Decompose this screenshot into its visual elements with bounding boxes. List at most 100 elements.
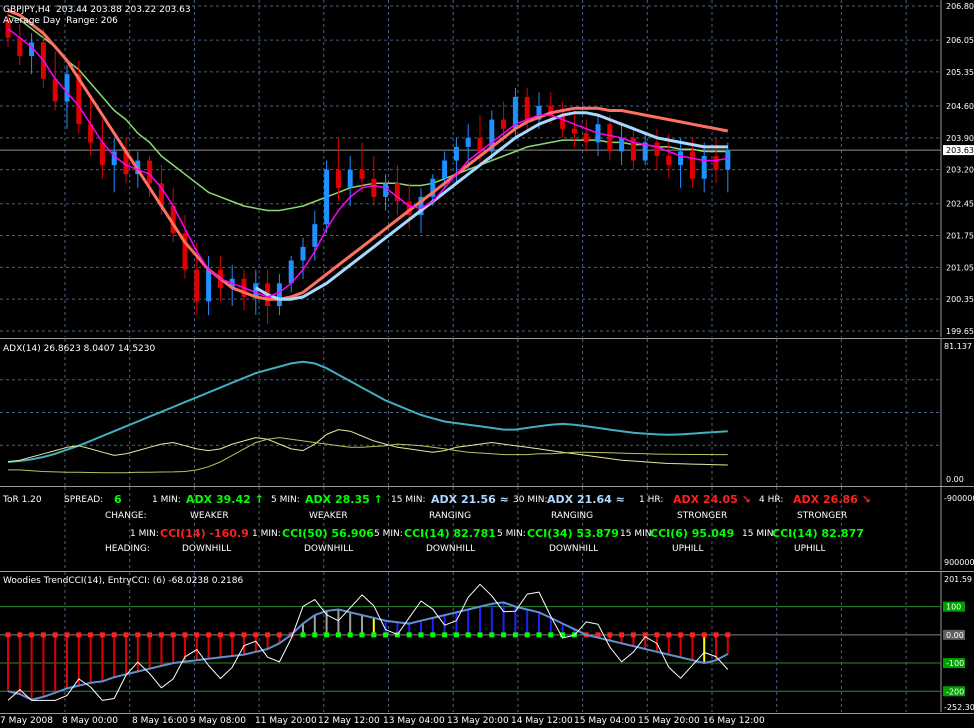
cci-timeframe-label: 1 MIN: bbox=[130, 529, 159, 539]
candle-body bbox=[206, 269, 212, 302]
price-panel[interactable]: 206.80 206.05 205.35 204.60 203.90 203.20 202.… bbox=[0, 0, 974, 337]
candle-body bbox=[713, 156, 719, 170]
adx-panel[interactable]: 81.137 0.00 ADX(14) 26.8623 8.0407 14.523… bbox=[0, 339, 974, 486]
candle-body bbox=[312, 224, 318, 247]
candle-body bbox=[654, 142, 660, 156]
candle-body bbox=[453, 146, 459, 161]
zero-line-marker bbox=[619, 632, 625, 638]
tor-panel[interactable]: -900000 900000 ToR 1.20 SPREAD: 6 CHANGE: HEA… bbox=[0, 487, 974, 570]
adx-state-label: STRONGER bbox=[677, 511, 728, 521]
candle-body bbox=[276, 283, 282, 306]
adx-value: ADX 26.86 ↘ bbox=[793, 493, 871, 506]
candle-body bbox=[194, 269, 200, 302]
candle-body bbox=[465, 137, 471, 147]
price-tick: 205.35 bbox=[946, 68, 974, 77]
adx-value: ADX 24.05 ↘ bbox=[673, 493, 751, 506]
zero-line-marker bbox=[5, 632, 11, 638]
cci-timeframe-label: 5 MIN: bbox=[497, 529, 526, 539]
zero-line-marker bbox=[170, 632, 176, 638]
zero-line-marker bbox=[111, 632, 117, 638]
price-tick: 201.75 bbox=[946, 232, 974, 241]
adx-state-label: WEAKER bbox=[309, 511, 348, 521]
adx-timeframe-label: 1 MIN: bbox=[152, 495, 181, 505]
zero-line-marker bbox=[666, 632, 672, 638]
zero-line-marker bbox=[442, 632, 448, 638]
candle-body bbox=[371, 178, 377, 197]
price-tick: 199.65 bbox=[946, 327, 974, 336]
cci-state-label: DOWNHILL bbox=[426, 544, 476, 554]
candle-body bbox=[571, 128, 577, 134]
zero-line-marker bbox=[17, 632, 23, 638]
cci-value: CCI(14) 82.781 bbox=[404, 527, 496, 540]
spread-value: 6 bbox=[114, 493, 122, 506]
zero-line-marker bbox=[725, 632, 731, 638]
trend-cci-line bbox=[7, 601, 729, 701]
time-axis-label: 7 May 2008 bbox=[0, 716, 53, 726]
zero-line-marker bbox=[418, 632, 424, 638]
candle-body bbox=[17, 37, 23, 56]
adx-timeframe-label: 1 HR: bbox=[639, 495, 664, 505]
cci-value: CCI(14) -160.9 bbox=[160, 527, 249, 540]
candle-body bbox=[524, 96, 530, 120]
time-axis-label: 13 May 20:00 bbox=[447, 716, 509, 726]
adx-bottom-tick: 0.00 bbox=[946, 475, 964, 484]
candle-body bbox=[324, 169, 330, 225]
time-axis-label: 9 May 08:00 bbox=[190, 716, 246, 726]
candle-body bbox=[64, 74, 70, 102]
candle-body bbox=[288, 260, 294, 284]
zero-line-marker bbox=[630, 632, 636, 638]
cci-timeframe-label: 1 MIN: bbox=[252, 529, 281, 539]
zero-line-marker bbox=[678, 632, 684, 638]
zero-line-marker bbox=[182, 632, 188, 638]
current-price-label: 203.63 bbox=[946, 146, 974, 155]
cci-top-tick: 201.59 bbox=[944, 575, 972, 584]
cci-state-label: UPHILL bbox=[794, 544, 826, 554]
cci-timeframe-label: 5 MIN: bbox=[374, 529, 403, 539]
adx-timeframe-label: 5 MIN: bbox=[271, 495, 300, 505]
zero-line-marker bbox=[123, 632, 129, 638]
cci-panel[interactable]: 201.59 100 0.00 -100 -200 -252.30 Woodies Tre… bbox=[0, 572, 974, 712]
adx-value: ADX 21.56 ≈ bbox=[431, 493, 509, 506]
heading-label: HEADING: bbox=[105, 544, 150, 554]
adx-state-label: STRONGER bbox=[797, 511, 848, 521]
adx-state-label: WEAKER bbox=[190, 511, 229, 521]
green-ma-line bbox=[7, 14, 728, 212]
candle-body bbox=[607, 124, 613, 152]
zero-line-marker bbox=[265, 632, 271, 638]
cci-value: CCI(34) 53.879 bbox=[527, 527, 619, 540]
change-label: CHANGE: bbox=[105, 511, 147, 521]
cci-value: CCI(14) 82.877 bbox=[772, 527, 864, 540]
zero-line-marker bbox=[217, 632, 223, 638]
cci-value: CCI(6) 95.049 bbox=[650, 527, 735, 540]
adx-top-tick: 81.137 bbox=[944, 342, 972, 351]
cci-chart-svg: 201.59 100 0.00 -100 -200 -252.30 bbox=[0, 572, 974, 712]
cci-level-tick: -200 bbox=[946, 687, 964, 696]
zero-line-marker bbox=[371, 632, 377, 638]
cci-level-tick: -100 bbox=[946, 659, 964, 668]
zero-line-marker bbox=[489, 632, 495, 638]
adx-state-label: RANGING bbox=[429, 511, 472, 521]
price-tick: 202.45 bbox=[946, 200, 974, 209]
zero-line-marker bbox=[701, 632, 707, 638]
adx-timeframe-label: 15 MIN: bbox=[391, 495, 426, 505]
time-axis-label: 8 May 00:00 bbox=[62, 716, 118, 726]
zero-line-marker bbox=[335, 632, 341, 638]
candle-body bbox=[359, 169, 365, 179]
adx-timeframe-label: 30 MIN: bbox=[513, 495, 548, 505]
candle-body bbox=[347, 169, 353, 188]
tor-top-tick: -900000 bbox=[944, 494, 974, 503]
candle-body bbox=[52, 78, 58, 102]
time-axis-label: 16 May 12:00 bbox=[703, 716, 765, 726]
zero-line-marker bbox=[689, 632, 695, 638]
zero-line-marker bbox=[465, 632, 471, 638]
zero-line-marker bbox=[40, 632, 46, 638]
time-axis-label: 8 May 16:00 bbox=[132, 716, 188, 726]
zero-line-marker bbox=[359, 632, 365, 638]
zero-line-marker bbox=[158, 632, 164, 638]
zero-line-marker bbox=[713, 632, 719, 638]
price-header: GBPJPY,H4 203.44 203.88 203.22 203.63 bbox=[3, 5, 191, 15]
price-tick: 201.05 bbox=[946, 263, 974, 272]
candle-body bbox=[701, 156, 707, 179]
adx-value: ADX 39.42 ↑ bbox=[186, 493, 264, 506]
cci-state-label: DOWNHILL bbox=[549, 544, 599, 554]
